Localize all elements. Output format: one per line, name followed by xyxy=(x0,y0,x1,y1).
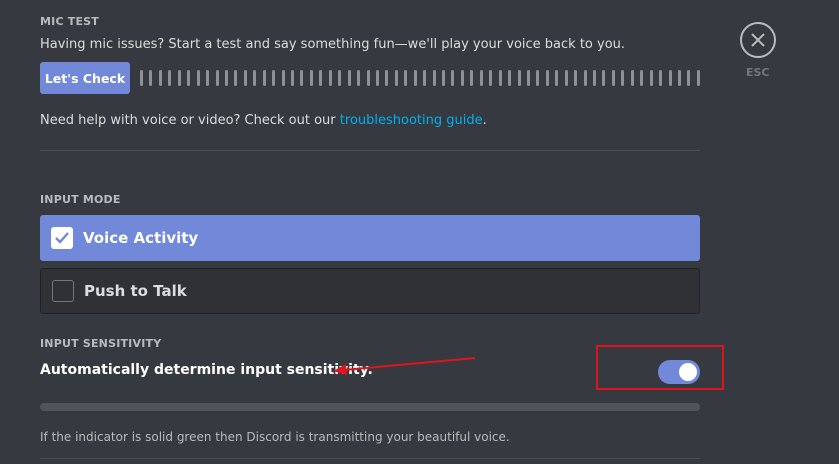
meter-bar xyxy=(470,70,474,86)
meter-bar xyxy=(215,70,219,86)
indicator-help-text: If the indicator is solid green then Dis… xyxy=(40,430,510,444)
meter-bar xyxy=(338,70,342,86)
meter-bar xyxy=(375,70,379,86)
meter-bar xyxy=(366,70,370,86)
esc-label: ESC xyxy=(746,66,770,79)
section-divider xyxy=(40,150,700,151)
meter-bar xyxy=(177,70,181,86)
meter-bar xyxy=(253,70,257,86)
meter-bar xyxy=(385,70,389,86)
meter-bar xyxy=(564,70,568,86)
meter-bar xyxy=(621,70,625,86)
meter-bar xyxy=(442,70,445,86)
meter-bar xyxy=(489,70,493,86)
sensitivity-slider-track xyxy=(40,403,700,411)
mic-test-description: Having mic issues? Start a test and say … xyxy=(40,37,626,52)
meter-bar xyxy=(649,70,653,86)
meter-bar xyxy=(460,70,464,86)
meter-bar xyxy=(309,70,313,86)
meter-bar xyxy=(508,70,512,86)
close-icon xyxy=(751,33,765,47)
close-button[interactable] xyxy=(740,22,776,58)
meter-bar xyxy=(677,70,681,86)
meter-bar xyxy=(404,70,408,86)
meter-bar xyxy=(687,70,691,86)
checkbox-checked-icon xyxy=(51,227,73,249)
meter-bar xyxy=(328,70,332,86)
meter-bar xyxy=(262,70,266,86)
meter-bar xyxy=(196,70,200,86)
meter-bar xyxy=(479,70,483,86)
meter-bar xyxy=(187,70,191,86)
meter-bar xyxy=(545,70,549,86)
meter-bar xyxy=(168,70,172,86)
push-to-talk-option[interactable]: Push to Talk xyxy=(40,268,700,314)
meter-bar xyxy=(432,70,436,86)
meter-bar xyxy=(536,70,540,86)
meter-bar xyxy=(319,70,323,86)
meter-bar xyxy=(291,70,294,86)
meter-bar xyxy=(281,70,285,86)
meter-bar xyxy=(423,70,427,86)
meter-bar xyxy=(140,70,143,86)
meter-bar xyxy=(583,70,587,86)
input-sensitivity-title: INPUT SENSITIVITY xyxy=(40,337,162,350)
meter-bar xyxy=(394,70,398,86)
meter-bar xyxy=(498,70,502,86)
mic-test-title: MIC TEST xyxy=(40,15,99,28)
meter-bar xyxy=(272,70,276,86)
meter-bar xyxy=(526,70,530,86)
meter-bar xyxy=(413,70,417,86)
meter-bar xyxy=(668,70,672,86)
meter-bar xyxy=(517,70,521,86)
meter-bar xyxy=(451,70,455,86)
meter-bar xyxy=(696,70,700,86)
meter-bar xyxy=(347,70,351,86)
voice-activity-option[interactable]: Voice Activity xyxy=(40,215,700,261)
voice-activity-label: Voice Activity xyxy=(83,229,199,247)
meter-bar xyxy=(640,70,644,86)
bottom-divider xyxy=(40,458,700,459)
meter-bar xyxy=(659,70,663,86)
meter-bar xyxy=(224,70,228,86)
meter-bar xyxy=(300,70,304,86)
lets-check-button[interactable]: Let's Check xyxy=(40,62,130,94)
mic-level-meter xyxy=(140,70,700,86)
voice-help-text: Need help with voice or video? Check out… xyxy=(40,113,487,128)
auto-sensitivity-label: Automatically determine input sensitivit… xyxy=(40,362,373,378)
meter-bar xyxy=(149,70,153,86)
meter-bar xyxy=(555,70,559,86)
meter-bar xyxy=(158,70,162,86)
checkbox-unchecked-icon xyxy=(52,280,74,302)
meter-bar xyxy=(611,70,615,86)
meter-bar xyxy=(593,70,596,86)
push-to-talk-label: Push to Talk xyxy=(84,282,187,300)
meter-bar xyxy=(234,70,238,86)
meter-bar xyxy=(602,70,606,86)
help-suffix: . xyxy=(482,113,487,128)
annotation-arrow-icon xyxy=(333,357,476,375)
input-mode-title: INPUT MODE xyxy=(40,193,121,206)
meter-bar xyxy=(206,70,210,86)
troubleshooting-guide-link[interactable]: troubleshooting guide xyxy=(340,113,483,128)
meter-bar xyxy=(357,70,361,86)
meter-bar xyxy=(574,70,578,86)
help-prefix: Need help with voice or video? Check out… xyxy=(40,113,340,128)
meter-bar xyxy=(630,70,634,86)
meter-bar xyxy=(243,70,247,86)
annotation-highlight-box xyxy=(596,345,724,390)
